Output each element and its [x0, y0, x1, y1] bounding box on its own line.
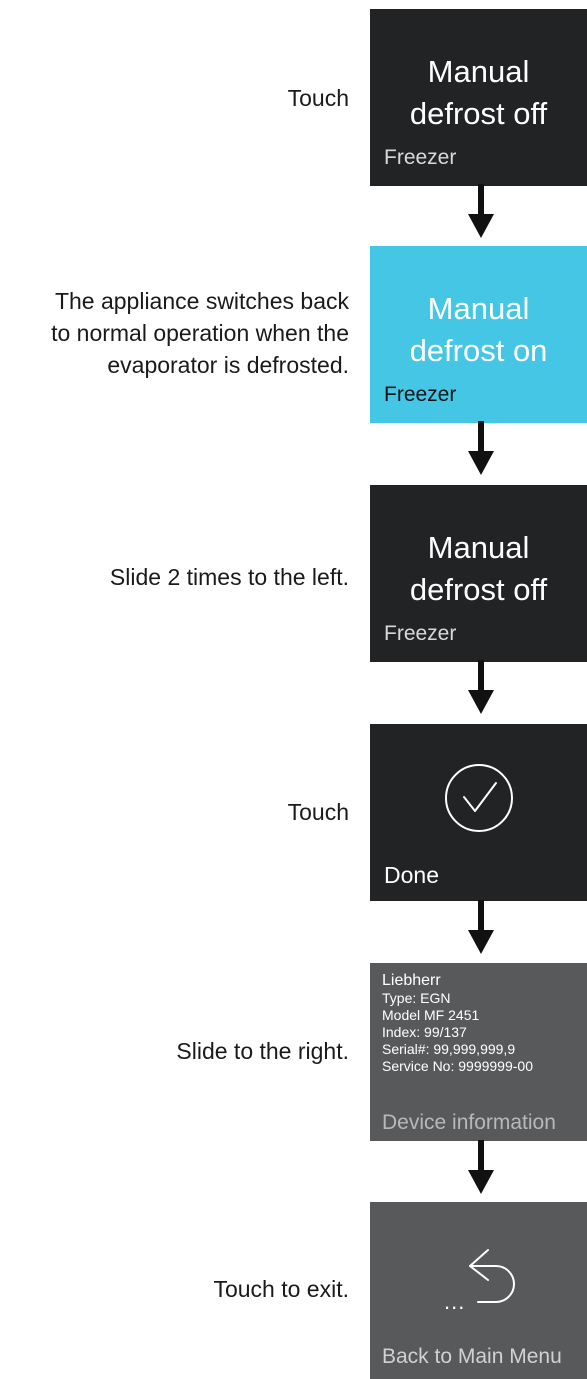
tile-title-line1: Manual: [427, 530, 530, 565]
tile-title: Manual defrost off: [370, 527, 587, 611]
step-2-instruction: The appliance switches back to normal op…: [9, 285, 349, 381]
device-info-type: Type: EGN: [382, 990, 451, 1006]
device-information-caption: Device information: [382, 1111, 556, 1134]
ellipsis-text: ...: [444, 1289, 466, 1314]
tile-subtitle: Freezer: [384, 383, 457, 406]
back-to-main-menu-tile[interactable]: ... Back to Main Menu: [370, 1202, 587, 1379]
back-to-main-menu-caption: Back to Main Menu: [382, 1345, 562, 1368]
step-2-instruction-line1: The appliance switches back: [54, 288, 349, 314]
step-2-instruction-line3: evaporator is defrosted.: [107, 352, 349, 378]
device-information-tile[interactable]: Liebherr Type: EGN Model MF 2451 Index: …: [370, 963, 587, 1141]
manual-defrost-off-tile[interactable]: Manual defrost off Freezer: [370, 9, 587, 186]
tile-title-line2: defrost on: [409, 333, 548, 368]
device-info-brand: Liebherr: [382, 972, 441, 989]
tile-subtitle: Freezer: [384, 146, 457, 169]
down-arrow-icon: [468, 421, 494, 475]
device-info-service: Service No: 9999999-00: [382, 1058, 533, 1074]
tile-title: Manual defrost off: [370, 51, 587, 135]
checkmark-circle-icon: [445, 764, 513, 832]
step-6-instruction: Touch to exit.: [213, 1276, 349, 1302]
down-arrow-icon: [468, 660, 494, 714]
back-arrow-icon: [469, 1249, 515, 1303]
tile-title: Manual defrost on: [370, 288, 587, 372]
manual-defrost-on-tile: Manual defrost on Freezer: [370, 246, 587, 423]
step-1-instruction: Touch: [287, 85, 349, 111]
tile-title-line2: defrost off: [409, 96, 548, 131]
tile-title-line1: Manual: [427, 54, 530, 89]
step-5-instruction: Slide to the right.: [176, 1038, 349, 1064]
manual-defrost-off-tile[interactable]: Manual defrost off Freezer: [370, 485, 587, 662]
down-arrow-icon: [468, 900, 494, 954]
step-2-instruction-line2: to normal operation when the: [51, 320, 349, 346]
device-info-model: Model MF 2451: [382, 1007, 480, 1023]
down-arrow-icon: [468, 184, 494, 238]
device-info-serial: Serial#: 99,999,999,9: [382, 1041, 516, 1057]
device-info-lines: Liebherr Type: EGN Model MF 2451 Index: …: [382, 971, 583, 1075]
tile-title-line1: Manual: [427, 291, 530, 326]
done-tile[interactable]: Done: [370, 724, 587, 901]
tile-subtitle: Freezer: [384, 622, 457, 645]
device-info-index: Index: 99/137: [382, 1024, 467, 1040]
tile-subtitle: Done: [384, 862, 439, 888]
tile-title-line2: defrost off: [409, 572, 548, 607]
step-3-instruction: Slide 2 times to the left.: [109, 564, 349, 590]
step-4-instruction: Touch: [287, 799, 349, 825]
down-arrow-icon: [468, 1140, 494, 1194]
